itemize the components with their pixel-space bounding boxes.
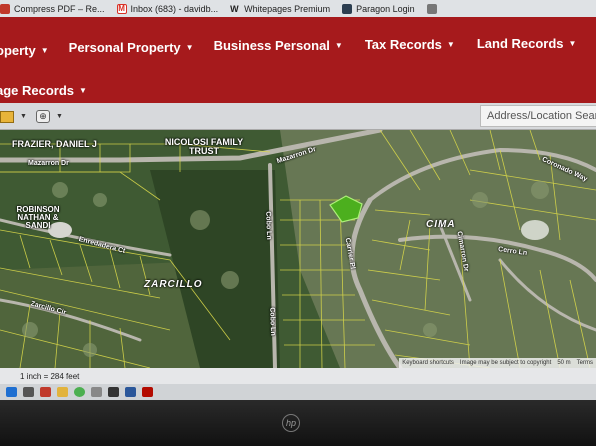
terms-link[interactable]: Terms	[577, 360, 593, 366]
bookmark-paragon-login[interactable]: Paragon Login	[342, 3, 415, 14]
settings-icon[interactable]	[91, 387, 102, 397]
map-status-bar: 1 inch = 284 feet	[0, 368, 596, 384]
parcel-map[interactable]: FRAZIER, DANIEL J NICOLOSI FAMILY TRUST …	[0, 130, 596, 368]
nav-label: Business Personal	[213, 38, 330, 53]
map-attribution: Keyboard shortcuts Image may be subject …	[399, 358, 596, 368]
nav-label: Tax Records	[364, 37, 442, 52]
hp-logo-icon: hp	[282, 414, 300, 432]
nav-real-property[interactable]: operty ▼	[0, 43, 49, 58]
dropdown-caret-icon: ▼	[56, 113, 63, 120]
mail-icon[interactable]	[125, 387, 136, 397]
caret-down-icon: ▼	[185, 43, 194, 52]
dropdown-caret-icon: ▼	[20, 113, 27, 120]
pdf-icon[interactable]	[40, 387, 51, 397]
owner-label: FRAZIER, DANIEL J	[12, 139, 97, 149]
caret-down-icon: ▼	[568, 39, 577, 48]
whitepages-icon: W	[230, 3, 239, 14]
street-label: Cobo Ln	[264, 211, 273, 240]
nav-label: Personal Property	[68, 40, 181, 55]
bookmark-compress-pdf[interactable]: Compress PDF – Re...	[0, 3, 105, 14]
browser-screen: Compress PDF – Re... M Inbox (683) - dav…	[0, 0, 596, 400]
bookmarks-bar: Compress PDF – Re... M Inbox (683) - dav…	[0, 0, 596, 17]
nav-personal-property[interactable]: Personal Property ▼	[69, 40, 194, 55]
bookmark-label: Whitepages Premium	[244, 3, 331, 14]
bookmark-label: Compress PDF – Re...	[14, 3, 105, 14]
bookmark-label: Inbox (683) - davidb...	[130, 3, 219, 14]
copyright-notice: Image may be subject to copyright	[459, 360, 552, 366]
owner-label: NICOLOSI FAMILY TRUST	[164, 137, 244, 156]
owner-label: ROBINSON NATHAN & SANDI	[16, 205, 60, 230]
store-icon[interactable]	[108, 387, 119, 397]
caret-down-icon: ▼	[79, 86, 87, 95]
gmail-icon: M	[116, 3, 127, 14]
map-toolbar: ▼ ⊕ ▼ Address/Location Search	[0, 103, 596, 130]
caret-down-icon: ▼	[40, 46, 49, 55]
subdivision-label: ZARCILLO	[144, 279, 203, 290]
acrobat-icon[interactable]	[142, 387, 153, 397]
taskbar	[0, 384, 596, 400]
chrome-icon[interactable]	[74, 387, 85, 397]
nav-image-records[interactable]: age Records ▼	[0, 83, 87, 98]
nav-tax-records[interactable]: Tax Records ▼	[365, 37, 455, 52]
nav-land-records[interactable]: Land Records ▼	[477, 36, 577, 51]
layers-icon: ⊕	[36, 110, 50, 123]
subdivision-label: CIMA	[426, 219, 456, 230]
nav-label: operty	[0, 43, 36, 58]
nav-row-bottom: age Records ▼	[0, 83, 87, 98]
scale-readout: 1 inch = 284 feet	[20, 371, 80, 381]
nav-row-top: operty ▼ Personal Property ▼ Business Pers…	[0, 36, 576, 58]
caret-down-icon: ▼	[334, 41, 343, 50]
street-label: Mazarron Dr	[28, 160, 69, 167]
bookmark-icon	[426, 3, 437, 14]
files-icon[interactable]	[23, 387, 34, 397]
bookmark-gmail-inbox[interactable]: M Inbox (683) - davidb...	[116, 3, 219, 14]
keyboard-shortcuts-link[interactable]: Keyboard shortcuts	[402, 360, 454, 366]
layers-tool-button[interactable]: ⊕ ▼	[36, 108, 63, 125]
folder-icon[interactable]	[57, 387, 68, 397]
compress-pdf-icon	[0, 3, 10, 14]
bookmark-label: Paragon Login	[356, 3, 415, 14]
paragon-icon	[342, 3, 353, 14]
nav-label: age Records	[0, 83, 75, 98]
caret-down-icon: ▼	[446, 40, 455, 49]
identify-icon	[0, 110, 14, 123]
bookmark-whitepages[interactable]: W Whitepages Premium	[230, 4, 330, 14]
nav-label: Land Records	[476, 36, 564, 51]
street-label: Cobo Ln	[268, 307, 277, 336]
identify-tool-button[interactable]: ▼	[0, 108, 27, 125]
map-scale: 50 m	[557, 360, 571, 366]
nav-business-personal[interactable]: Business Personal ▼	[214, 38, 343, 53]
windows-icon[interactable]	[6, 387, 17, 397]
address-search-input[interactable]: Address/Location Search	[480, 105, 596, 127]
main-nav: operty ▼ Personal Property ▼ Business Pers…	[0, 17, 596, 103]
monitor-bezel: hp	[0, 400, 596, 446]
bookmark-extra[interactable]	[426, 3, 441, 14]
